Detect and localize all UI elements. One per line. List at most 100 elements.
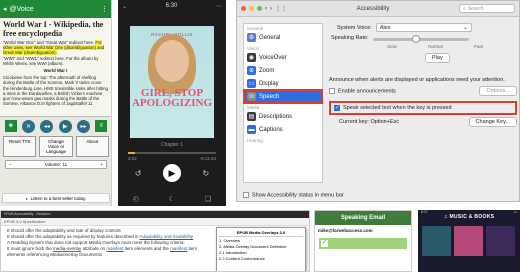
stop-button[interactable]: ■ bbox=[4, 120, 17, 132]
audible-icon: ◐ bbox=[25, 195, 29, 201]
nav-forward-icon[interactable]: › bbox=[270, 6, 272, 12]
progress-bar[interactable] bbox=[128, 152, 216, 154]
link[interactable]: manifest bbox=[170, 246, 187, 251]
bookmark-icon[interactable]: ❏ bbox=[205, 195, 211, 203]
announce-description: Announce when alerts are displayed or ap… bbox=[329, 77, 505, 83]
album-tile[interactable] bbox=[422, 226, 451, 256]
collapse-icon[interactable]: ⌄ bbox=[122, 3, 127, 10]
sidebar-item-display[interactable]: ▭ Display bbox=[244, 77, 322, 90]
cover-face bbox=[155, 40, 189, 82]
reset-tts-button[interactable]: Reset TTS bbox=[3, 136, 37, 157]
speaking-rate-slider[interactable] bbox=[372, 35, 469, 43]
doc-toolbar: EPUB 3.0 Specification bbox=[1, 218, 309, 226]
search-field[interactable]: ⌕ Search bbox=[459, 4, 515, 13]
zoom-window-icon[interactable] bbox=[257, 6, 262, 11]
play-button[interactable]: Play bbox=[425, 53, 450, 63]
sleep-timer-icon[interactable]: ☾ bbox=[169, 195, 175, 203]
sidebar-item-descriptions[interactable]: ▤ Descriptions bbox=[244, 110, 322, 123]
paragraph: Clockwise from the top: The aftermath of… bbox=[3, 75, 108, 107]
enable-announcements-checkbox[interactable]: Enable announcements bbox=[329, 87, 396, 94]
sidebar-item-speech[interactable]: ☏ Speech bbox=[243, 89, 323, 104]
options-button[interactable]: Options... bbox=[479, 86, 517, 96]
change-voice-button[interactable]: Change Voice or Language bbox=[39, 136, 73, 157]
time-elapsed: 2:02 bbox=[128, 156, 137, 161]
voiceover-icon: ◉ bbox=[247, 53, 256, 62]
speak-selected-highlight: ✓ Speak selected text when the key is pre… bbox=[329, 101, 517, 116]
settings-sidebar: General ⚙ General Vision ◉ VoiceOver ⊕ Zoom… bbox=[243, 23, 323, 183]
volume-slider[interactable]: − Volume: 11 + bbox=[5, 160, 107, 169]
play-button[interactable]: ▶ bbox=[163, 164, 181, 182]
rate-ticks: Slow Normal Fast bbox=[387, 44, 483, 49]
section-general: General bbox=[247, 26, 264, 31]
section-heading: World War I bbox=[43, 68, 68, 74]
battery-icon: ▭ bbox=[513, 210, 517, 214]
change-key-button[interactable]: Change Key... bbox=[468, 117, 517, 128]
album-tile[interactable] bbox=[454, 226, 483, 256]
close-icon[interactable]: ✕ bbox=[21, 120, 35, 133]
zoom-icon: ⊕ bbox=[247, 66, 256, 75]
window-title: Accessibility bbox=[356, 5, 390, 12]
about-button[interactable]: About bbox=[75, 136, 109, 157]
music-books-app: 8:37 ▭ ♫ MUSIC & BOOKS bbox=[418, 210, 520, 272]
paragraph: "WWI" and "WW1" redirect here. For the a… bbox=[3, 55, 99, 66]
system-voice-select[interactable]: Alex ⌄ bbox=[375, 23, 472, 32]
status-time: 8:37 bbox=[421, 210, 428, 214]
volume-up-icon[interactable]: + bbox=[100, 162, 103, 167]
chevron-down-icon: ⌄ bbox=[463, 24, 468, 31]
album-grid bbox=[418, 224, 520, 258]
slider-knob[interactable] bbox=[411, 35, 420, 43]
speech-settings: System Voice: Alex ⌄ Speaking Rate: Slow … bbox=[329, 23, 517, 183]
volume-down-icon[interactable]: − bbox=[9, 162, 12, 167]
speed-icon[interactable]: ◴ bbox=[133, 195, 139, 203]
nav-back-icon[interactable]: ‹ bbox=[265, 6, 267, 12]
album-tile[interactable] bbox=[486, 226, 515, 256]
document-title: World War I - Wikipedia, the free encycl… bbox=[3, 20, 104, 38]
chapter-label: Chapter 1 bbox=[161, 142, 183, 148]
sidebar-item-general[interactable]: ⚙ General bbox=[244, 31, 322, 44]
search-icon: ⌕ bbox=[463, 5, 466, 12]
section-vision: Vision bbox=[247, 46, 260, 51]
book-cover: RACHEL HOLLIS GIRL, STOP APOLOGIZING bbox=[130, 26, 214, 138]
skip-back-icon[interactable]: ↺ bbox=[135, 169, 142, 178]
sidebar-item-captions[interactable]: ▬ Captions bbox=[244, 123, 322, 136]
browser-header: EPUB Accessibility - Readium bbox=[1, 211, 309, 218]
app-title: Speaking Email bbox=[315, 211, 411, 225]
skip-forward-icon[interactable]: ↻ bbox=[203, 169, 210, 178]
display-icon: ▭ bbox=[247, 79, 256, 88]
player-top-bar: ⌄ 6:30 ⋯ bbox=[118, 0, 226, 13]
play-icon[interactable]: ▶ bbox=[58, 120, 72, 133]
document-body: It should offer the adaptability and rat… bbox=[1, 226, 216, 260]
checkmark-icon: ✓ bbox=[321, 240, 328, 247]
sidebar-item-voiceover[interactable]: ◉ VoiceOver bbox=[244, 51, 322, 64]
section-hearing: Hearing bbox=[247, 138, 263, 143]
back-icon[interactable]: ◂ bbox=[3, 5, 7, 13]
settings-button[interactable]: ≡ bbox=[95, 120, 108, 132]
forward-icon[interactable]: ▸▸ bbox=[76, 120, 90, 133]
captions-icon: ▬ bbox=[247, 125, 256, 134]
more-icon[interactable]: ⋯ bbox=[216, 3, 222, 10]
progress-fill bbox=[128, 152, 136, 154]
ad-banner[interactable]: ◐ Listen to a best seller today. bbox=[2, 193, 110, 203]
paragraph: It must ignore both the media-overlay at… bbox=[7, 246, 197, 257]
minimize-window-icon[interactable] bbox=[249, 6, 254, 11]
paragraph: "World War One" and "Great War" redirect… bbox=[3, 40, 105, 56]
app-bar: ◂ @Voice ⋮ bbox=[0, 0, 111, 18]
close-window-icon[interactable] bbox=[241, 6, 246, 11]
current-key-text: Current key: Option+Esc bbox=[339, 119, 400, 126]
status-menu-checkbox[interactable]: Show Accessibility status in menu bar bbox=[243, 191, 344, 198]
toc-item[interactable]: 2.2 Content Conformance bbox=[219, 256, 303, 262]
menu-icon[interactable]: ⋮ bbox=[101, 5, 108, 13]
book-title: GIRL, STOP APOLOGIZING bbox=[131, 87, 213, 109]
grid-icon[interactable]: ⋮⋮ bbox=[275, 5, 287, 12]
mac-accessibility-window: ‹ › ⋮⋮ Accessibility ⌕ Search General ⚙ Ge… bbox=[236, 0, 520, 202]
sidebar-item-zoom[interactable]: ⊕ Zoom bbox=[244, 64, 322, 77]
link[interactable]: manifest bbox=[106, 246, 123, 251]
enable-toggle[interactable]: ✓ bbox=[319, 238, 407, 249]
app-title: @Voice bbox=[9, 5, 34, 13]
link[interactable]: Adaptability and Scalability bbox=[140, 234, 194, 239]
rewind-icon[interactable]: ◂◂ bbox=[40, 120, 54, 133]
player-bottom-bar: ◴ ☾ ❏ bbox=[118, 195, 226, 203]
document-content: World War I - Wikipedia, the free encycl… bbox=[0, 18, 111, 116]
section-media: Media bbox=[247, 105, 260, 110]
speak-selected-checkbox[interactable]: ✓ Speak selected text when the key is pre… bbox=[334, 105, 452, 111]
